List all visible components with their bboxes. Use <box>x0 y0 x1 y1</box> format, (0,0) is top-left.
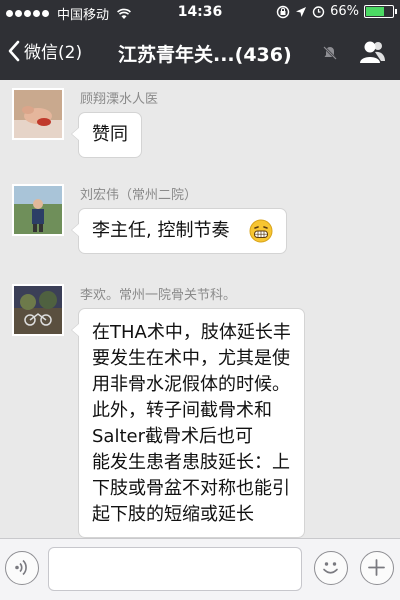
avatar[interactable] <box>12 184 64 236</box>
plus-button[interactable] <box>360 551 394 585</box>
message-line-wrap: 李主任, 控制节奏 <box>92 218 273 244</box>
avatar[interactable] <box>12 284 64 336</box>
nav-bar: 微信(2) 江苏青年关...(436) <box>0 26 400 80</box>
sender-name: 刘宏伟（常州二院） <box>80 188 198 203</box>
message-line: 起下肢的短缩或延长 <box>92 504 254 525</box>
status-bar: 中国移动 14:36 66% <box>0 0 400 26</box>
message-bubble[interactable]: 李主任, 控制节奏 <box>70 208 288 254</box>
voice-icon <box>15 559 27 576</box>
back-button[interactable]: 微信(2) <box>8 38 82 63</box>
alarm-icon <box>312 6 325 18</box>
emoji-icon <box>323 562 338 574</box>
back-label: 微信(2) <box>24 43 83 63</box>
message-input[interactable] <box>48 547 302 591</box>
message-line: 用非骨水泥假体的时候。 <box>92 374 290 395</box>
message-bubble[interactable]: 赞同 <box>71 112 142 158</box>
battery-fill <box>366 7 385 16</box>
chat-area[interactable]: 顾翔溧水人医 赞同 刘宏伟（常州二院） 李主任, 控制节奏 李欢。常州一院骨关节… <box>0 80 400 538</box>
message-bubble[interactable]: 在THA术中，肢体延长丰 要发生在术中，尤其是使 用非骨水泥假体的时候。 此外，… <box>71 308 305 538</box>
sender-name: 顾翔溧水人医 <box>80 92 159 107</box>
battery-icon <box>364 5 397 18</box>
input-bar <box>0 538 400 600</box>
message-line: 此外，转子间截骨术和 <box>92 400 272 421</box>
chat-title: 江苏青年关...(436) <box>118 44 292 66</box>
mute-icon <box>323 46 337 60</box>
message-line: 李主任, 控制节奏 <box>92 220 230 241</box>
location-arrow-icon <box>296 6 307 17</box>
plus-icon <box>368 559 385 576</box>
message-line: 要发生在术中，尤其是使 <box>92 348 290 369</box>
message-line: 下肢或骨盆不对称也能引 <box>92 478 290 499</box>
lock-rotation-icon <box>276 5 290 18</box>
sender-name: 李欢。常州一院骨关节科。 <box>80 288 237 303</box>
emoji-button[interactable] <box>314 551 348 585</box>
avatar-photo-hands <box>14 90 62 138</box>
message-line: 在THA术中，肢体延长丰 <box>92 322 291 343</box>
avatar-photo-scenery <box>14 286 62 334</box>
avatar[interactable] <box>12 88 64 140</box>
status-right: 66% <box>276 4 397 19</box>
avatar-photo-person <box>14 186 62 234</box>
message-line: 能发生患者患肢延长：上 <box>92 452 290 473</box>
voice-button[interactable] <box>5 551 39 585</box>
group-members-icon[interactable] <box>358 38 386 66</box>
header: 中国移动 14:36 66% 微信(2) 江苏青年关...(436) <box>0 0 400 80</box>
message-line: Salter截骨术后也可 <box>92 426 253 447</box>
grin-emoji-icon <box>249 219 273 243</box>
battery-percent: 66% <box>330 4 359 19</box>
chevron-left-icon <box>8 40 20 61</box>
message-line: 赞同 <box>92 124 128 145</box>
